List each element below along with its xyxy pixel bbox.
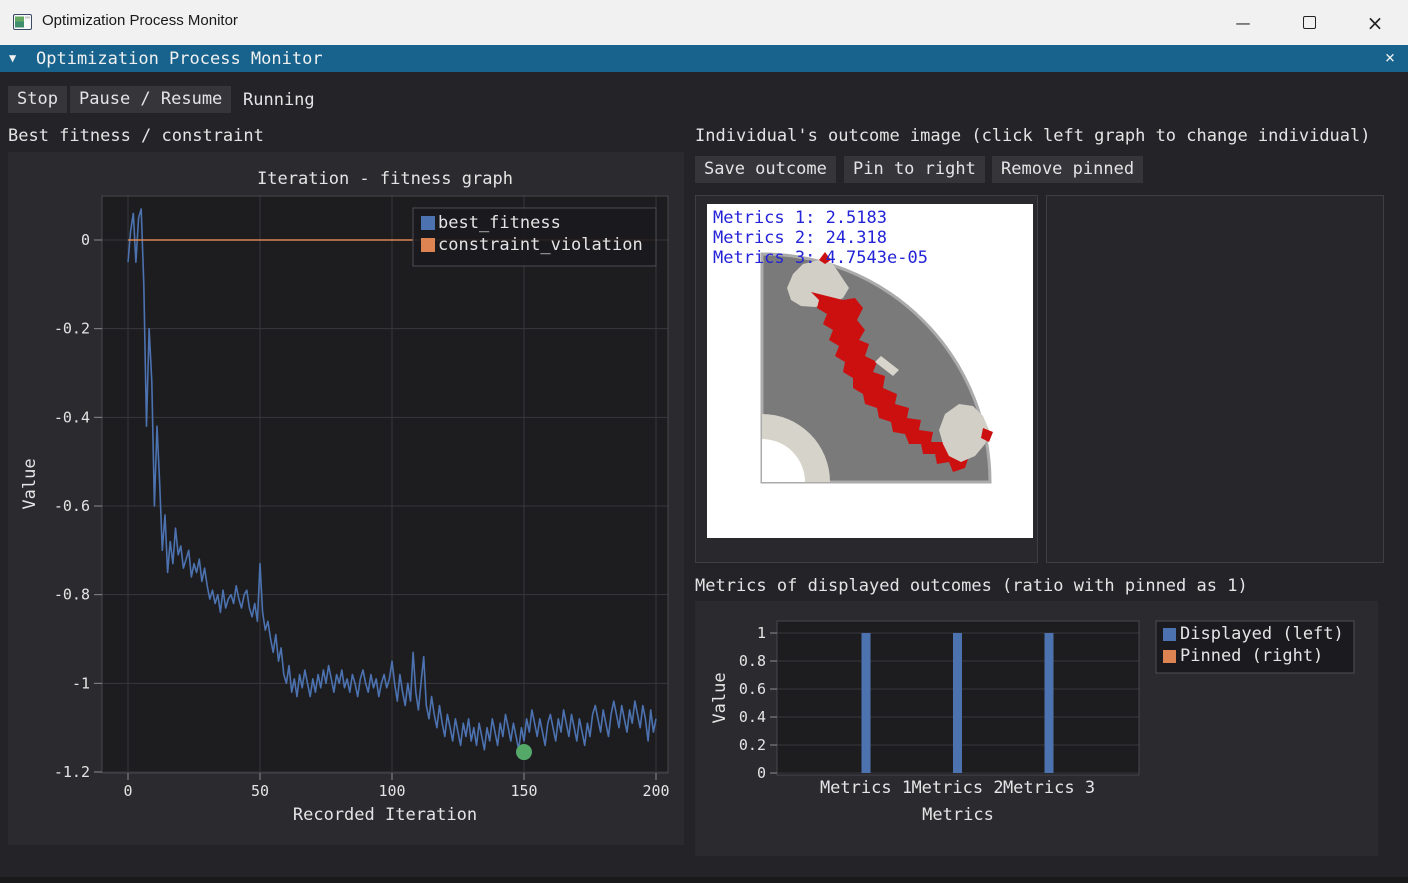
y-tick-label: 0 bbox=[81, 231, 90, 249]
legend: Displayed (left)Pinned (right) bbox=[1156, 621, 1354, 673]
os-window-controls: — × bbox=[1210, 0, 1408, 45]
maximize-button[interactable] bbox=[1276, 0, 1342, 45]
fitness-chart[interactable]: 0 -0.2 -0.4 -0.6 -0.8 -1 -1.2 0 50 100 150 200 Itera… bbox=[8, 152, 684, 845]
y-tick-label: -0.6 bbox=[54, 497, 90, 515]
metrics-section-label: Metrics of displayed outcomes (ratio wit… bbox=[695, 576, 1248, 596]
category-label: Metrics 2 bbox=[911, 778, 1003, 798]
y-tick-label: 0.4 bbox=[739, 708, 766, 726]
displayed-metric-bar bbox=[1045, 633, 1054, 773]
category-label: Metrics 1 bbox=[820, 778, 912, 798]
x-tick-label: 50 bbox=[251, 782, 269, 800]
pause-resume-button[interactable]: Pause / Resume bbox=[70, 86, 231, 113]
displayed-metric-bar bbox=[862, 633, 871, 773]
collapse-arrow-icon[interactable]: ▼ bbox=[9, 51, 16, 65]
metrics-bar-chart[interactable]: 0 0.2 0.4 0.6 0.8 1 Metrics 1Metrics 2Metrics … bbox=[695, 601, 1378, 856]
x-tick-label: 200 bbox=[642, 782, 669, 800]
window-close-icon[interactable]: × bbox=[1379, 48, 1401, 70]
y-tick-label: -0.8 bbox=[54, 586, 90, 604]
left-section-label: Best fitness / constraint bbox=[8, 126, 264, 146]
outcome-metric-3: Metrics 3: 4.7543e-05 bbox=[713, 248, 928, 268]
pinned-image-panel bbox=[1046, 195, 1384, 563]
legend-label[interactable]: best_fitness bbox=[438, 213, 561, 233]
y-tick-label: -1.2 bbox=[54, 763, 90, 781]
metrics-chart-panel: 0 0.2 0.4 0.6 0.8 1 Metrics 1Metrics 2Metrics … bbox=[695, 601, 1378, 856]
y-tick-label: 0.6 bbox=[739, 680, 766, 698]
app-window: Optimization Process Monitor — × ▼ Optim… bbox=[0, 0, 1408, 883]
legend-swatch[interactable] bbox=[1163, 650, 1176, 663]
y-tick-label: -0.4 bbox=[54, 408, 90, 426]
minimize-icon: — bbox=[1236, 14, 1251, 32]
status-text: Running bbox=[243, 90, 315, 110]
selected-individual-marker[interactable] bbox=[516, 744, 532, 760]
x-axis-label: Recorded Iteration bbox=[293, 805, 477, 825]
chart-title: Iteration - fitness graph bbox=[257, 169, 513, 189]
y-axis-label: Value bbox=[710, 672, 730, 723]
x-tick-label: 100 bbox=[378, 782, 405, 800]
legend-swatch[interactable] bbox=[1163, 628, 1176, 641]
x-axis-label: Metrics bbox=[922, 805, 994, 825]
legend: best_fitnessconstraint_violation bbox=[413, 208, 656, 266]
close-button[interactable]: × bbox=[1342, 0, 1408, 45]
fitness-chart-panel: 0 -0.2 -0.4 -0.6 -0.8 -1 -1.2 0 50 100 150 200 Itera… bbox=[8, 152, 684, 845]
y-tick-label: -0.2 bbox=[54, 320, 90, 338]
viewport-bottom-strip bbox=[0, 877, 1408, 883]
y-tick-label: 0 bbox=[757, 764, 766, 782]
right-section-label: Individual's outcome image (click left g… bbox=[695, 126, 1371, 146]
y-axis-label: Value bbox=[20, 458, 40, 509]
outcome-metric-1: Metrics 1: 2.5183 bbox=[713, 208, 887, 228]
y-tick-label: 1 bbox=[757, 624, 766, 642]
pin-to-right-button[interactable]: Pin to right bbox=[844, 156, 985, 183]
y-tick-label: -1 bbox=[72, 674, 90, 692]
legend-label[interactable]: Displayed (left) bbox=[1180, 624, 1344, 644]
legend-swatch[interactable] bbox=[421, 216, 435, 230]
close-icon: × bbox=[1367, 13, 1384, 33]
os-window-title: Optimization Process Monitor bbox=[42, 12, 238, 29]
remove-pinned-button[interactable]: Remove pinned bbox=[992, 156, 1143, 183]
x-tick-label: 0 bbox=[123, 782, 132, 800]
legend-label[interactable]: Pinned (right) bbox=[1180, 646, 1323, 666]
maximize-icon bbox=[1303, 16, 1316, 29]
displayed-metric-bar bbox=[953, 633, 962, 773]
imgui-window-title: Optimization Process Monitor bbox=[36, 49, 323, 69]
x-tick-label: 150 bbox=[510, 782, 537, 800]
stop-button[interactable]: Stop bbox=[8, 86, 67, 113]
legend-swatch[interactable] bbox=[421, 238, 435, 252]
app-icon bbox=[13, 14, 32, 30]
outcome-image: Metrics 1: 2.5183 Metrics 2: 24.318 Metr… bbox=[707, 204, 1033, 538]
minimize-button[interactable]: — bbox=[1210, 0, 1276, 45]
y-tick-label: 0.8 bbox=[739, 652, 766, 670]
save-outcome-button[interactable]: Save outcome bbox=[695, 156, 836, 183]
outcome-metric-2: Metrics 2: 24.318 bbox=[713, 228, 887, 248]
category-label: Metrics 3 bbox=[1003, 778, 1095, 798]
legend-label[interactable]: constraint_violation bbox=[438, 235, 643, 255]
y-tick-label: 0.2 bbox=[739, 736, 766, 754]
plot-area[interactable] bbox=[102, 196, 668, 773]
outcome-image-panel: Metrics 1: 2.5183 Metrics 2: 24.318 Metr… bbox=[695, 195, 1038, 563]
os-titlebar: Optimization Process Monitor — × bbox=[0, 0, 1408, 45]
